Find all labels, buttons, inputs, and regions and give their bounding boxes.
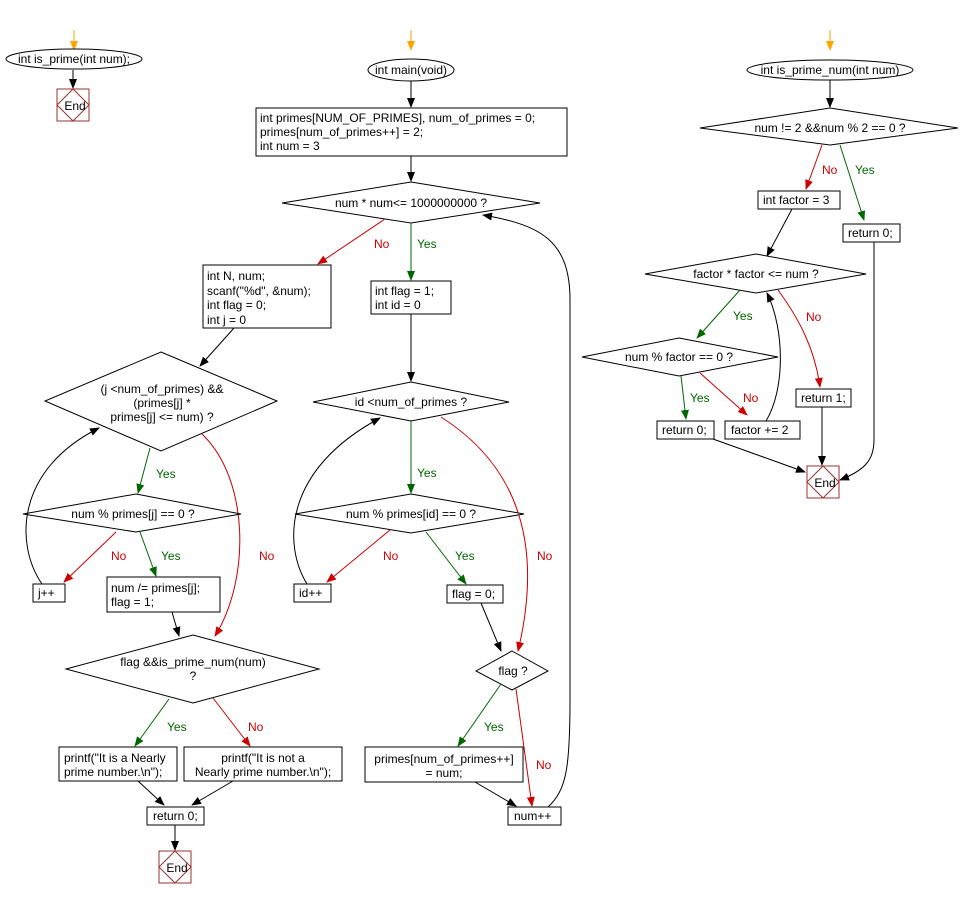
edge-label-yes: Yes [417,237,437,251]
edge-arrow [191,780,234,806]
edge-label-yes: Yes [855,163,875,177]
cond-factor-label: factor * factor <= num ? [693,267,819,281]
edge-no [326,529,391,583]
store-prime-line-1: primes[num_of_primes++] [374,752,513,766]
edge-no [212,697,251,747]
edge-label-yes: Yes [156,467,176,481]
edge-yes [680,375,689,420]
print-no-line-1: printf("It is not a [221,751,305,765]
edge-label-yes: Yes [161,549,181,563]
main-return-label: return 0; [153,809,198,823]
is-prime-flow: int is_prime(int num); End [5,30,143,122]
edge-arrow [474,781,517,807]
cond-mod-j-label: num % primes[j] == 0 ? [71,507,195,521]
print-yes-line-1: printf("It is a Nearly [64,751,166,765]
factor-inc-label: factor += 2 [731,423,789,437]
edge-arrow [137,780,165,806]
edge-label-no: No [822,163,838,177]
factor-init-label: int factor = 3 [763,193,830,207]
edge-yes [136,447,151,494]
print-yes-line-2: prime number.\n"); [64,765,162,779]
edge-label-yes: Yes [484,720,504,734]
is-prime-end-label: End [64,99,85,113]
edge-arrow [199,327,235,367]
edge-yes [839,144,866,221]
cond-final-line-2: ? [190,669,197,683]
edge-label-no: No [259,549,275,563]
main-start-label: int main(void) [375,63,447,77]
return0-label: return 0; [662,423,707,437]
flag-init-line-2: int id = 0 [375,298,421,312]
cond-outer-label: num * num<= 1000000000 ? [335,196,487,210]
print-no-line-2: Nearly prime number.\n"); [195,765,331,779]
edge-arrow [766,208,793,257]
is-prime-num-start-label: int is_prime_num(int num) [761,63,900,77]
cond-mod-factor-label: num % factor == 0 ? [625,350,733,364]
is-prime-num-end-label: End [814,476,835,490]
edge-label-no: No [743,391,759,405]
edge-yes [457,683,502,747]
is-prime-num-flow: int is_prime_num(int num) num != 2 &&num… [581,30,959,499]
main-init-line-2: primes[num_of_primes++] = 2; [260,125,423,139]
main-init-line-3: int num = 3 [260,139,320,153]
edge-label-yes: Yes [417,466,437,480]
edge-label-no: No [111,549,127,563]
cond-j-line-3: primes[j] <= num) ? [110,410,214,424]
edge-label-no: No [383,549,399,563]
edge-no [63,531,117,583]
cond-even-label: num != 2 &&num % 2 == 0 ? [754,121,905,135]
flowchart-canvas: int is_prime(int num); End int main(void… [5,30,959,884]
edge-arrow [480,602,502,652]
main-end-label: End [166,861,187,875]
divide-line-2: flag = 1; [111,595,154,609]
divide-line-1: num /= primes[j]; [111,581,200,595]
read-input-line-4: int j = 0 [207,313,246,327]
edge-arrow [712,438,806,473]
read-input-line-1: int N, num; [207,269,265,283]
num-increment-label: num++ [514,809,551,823]
edge-label-no: No [536,758,552,772]
cond-final-line-1: flag &&is_prime_num(num) [120,655,265,669]
cond-j-line-2: (primes[j] * [133,396,191,410]
id-increment-label: id++ [299,586,322,600]
is-prime-start-label: int is_prime(int num); [18,52,130,66]
cond-flag-label: flag ? [498,664,528,678]
cond-j-line-1: (j <num_of_primes) && [100,382,223,396]
edge-no [805,144,823,190]
edge-label-no: No [537,549,553,563]
return1-label: return 1; [801,391,846,405]
edge-label-yes: Yes [167,720,187,734]
flag-zero-label: flag = 0; [452,587,495,601]
main-init-line-1: int primes[NUM_OF_PRIMES], num_of_primes… [260,111,535,125]
edge-label-no: No [806,310,822,324]
edge-arrow [171,611,181,637]
edge-label-no: No [374,237,390,251]
edge-label-yes: Yes [690,391,710,405]
j-increment-label: j++ [37,586,55,600]
flag-init-line-1: int flag = 1; [375,284,434,298]
store-prime-line-2: = num; [425,766,462,780]
main-flow: int main(void) int primes[NUM_OF_PRIMES]… [22,30,571,884]
edge-yes [134,698,170,747]
edge-no [440,416,529,652]
read-input-line-3: int flag = 0; [207,298,266,312]
edge-label-yes: Yes [455,549,475,563]
edge-no [777,289,823,388]
edge-label-yes: Yes [733,309,753,323]
cond-mod-id-label: num % primes[id] == 0 ? [346,507,476,521]
cond-id-label: id <num_of_primes ? [355,395,468,409]
edge-loop-back [293,417,381,585]
edge-yes [139,531,157,577]
return0-top-label: return 0; [848,226,893,240]
edge-label-no: No [248,720,264,734]
read-input-line-2: scanf("%d", &num); [207,284,311,298]
